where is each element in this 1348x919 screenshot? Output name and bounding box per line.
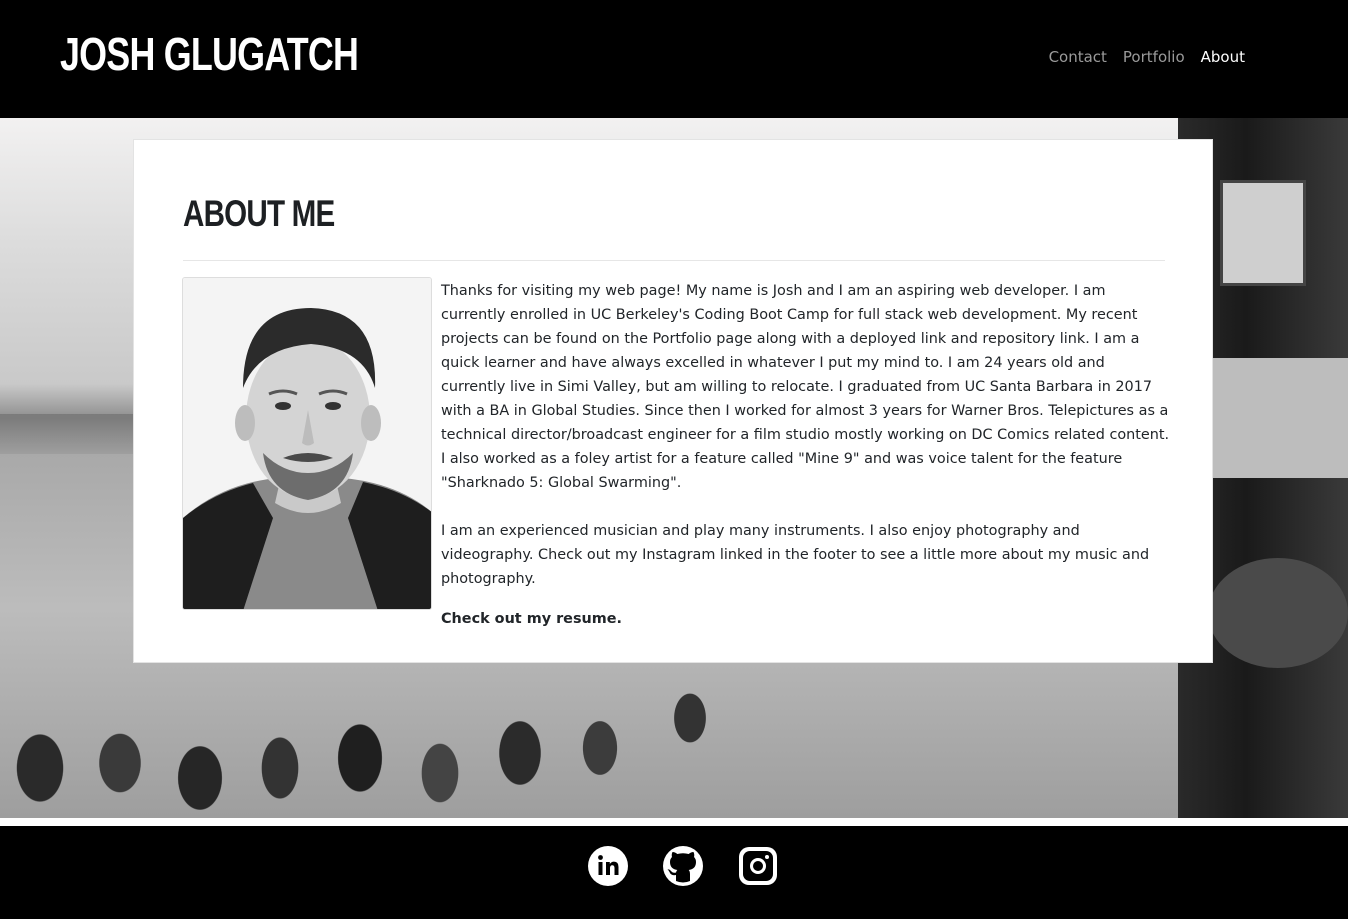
social-links (587, 845, 779, 887)
resume-link[interactable]: Check out my resume. (441, 611, 622, 627)
nav-link-portfolio[interactable]: Portfolio (1123, 46, 1185, 68)
profile-photo (182, 277, 432, 610)
main-nav: Contact Portfolio About (1049, 46, 1245, 68)
divider-strip (0, 818, 1348, 826)
page-title: ABOUT ME (183, 193, 335, 234)
nav-link-contact[interactable]: Contact (1049, 46, 1107, 68)
background-sticker (1220, 180, 1306, 286)
brand-logo[interactable]: JOSH GLUGATCH (60, 28, 359, 80)
bio-paragraph: Thanks for visiting my web page! My name… (441, 283, 1170, 491)
bio-text: Thanks for visiting my web page! My name… (441, 279, 1171, 631)
github-icon[interactable] (662, 845, 704, 887)
background-sticker (1213, 358, 1348, 478)
nav-link-about[interactable]: About (1201, 46, 1245, 68)
background-padlocks (0, 658, 1348, 818)
bio-paragraph: I am an experienced musician and play ma… (441, 523, 1150, 587)
site-header: JOSH GLUGATCH Contact Portfolio About (0, 0, 1348, 118)
site-footer (0, 826, 1348, 919)
title-divider (183, 260, 1165, 261)
linkedin-icon[interactable] (587, 845, 629, 887)
about-card: ABOUT ME Thanks for visiting my web page… (133, 139, 1213, 663)
background-sticker (1208, 558, 1348, 668)
instagram-icon[interactable] (737, 845, 779, 887)
